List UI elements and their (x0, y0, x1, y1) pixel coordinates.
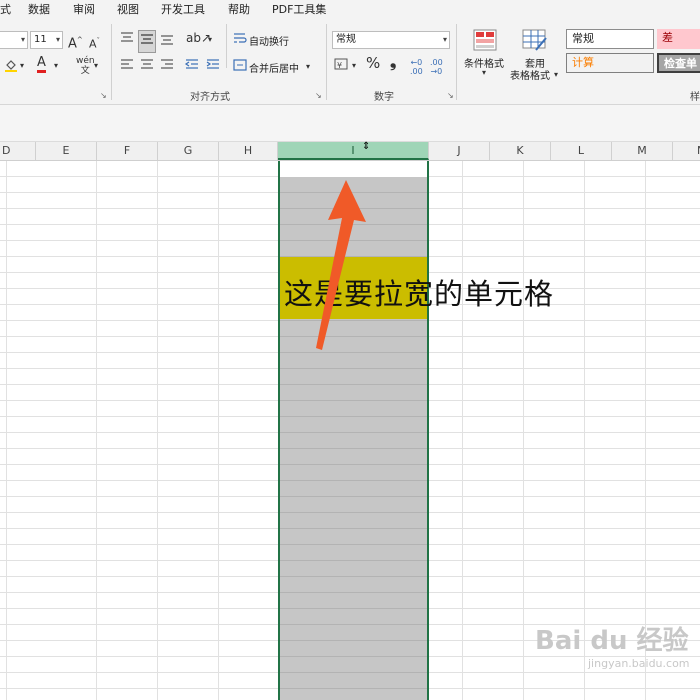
font-size-combo[interactable]: 11 ▾ (30, 31, 63, 49)
comma-style-icon[interactable]: ❟ (390, 54, 396, 70)
currency-icon[interactable]: ¥ (334, 58, 348, 76)
column-header-j[interactable]: J (429, 142, 490, 160)
align-left-icon[interactable] (119, 57, 135, 78)
wrap-text-button[interactable]: 自动换行 (249, 33, 289, 48)
alignment-dialog-launcher-icon[interactable]: ↘ (315, 91, 322, 100)
column-header-d[interactable]: D (0, 142, 36, 160)
baidu-watermark-url: jingyan.baidu.com (588, 657, 690, 670)
column-header-g[interactable]: G (158, 142, 219, 160)
wrap-text-icon[interactable] (233, 31, 247, 50)
menu-bar: 式 数据 审阅 视图 开发工具 帮助 PDF工具集 (0, 0, 700, 18)
merge-center-button[interactable]: 合并后居中 (249, 60, 299, 75)
decrease-decimal-icon[interactable]: .00 →0 (430, 58, 443, 76)
menu-data[interactable]: 数据 (28, 1, 50, 17)
phonetic-icon[interactable]: wén 文 (76, 56, 95, 76)
column-header-m[interactable]: M (612, 142, 673, 160)
font-color-icon[interactable]: A (37, 56, 46, 73)
menu-view[interactable]: 视图 (117, 1, 139, 17)
number-group-label: 数字 (374, 92, 394, 103)
number-format-value: 常规 (336, 34, 356, 45)
phonetic-dropdown-icon[interactable]: ▾ (94, 58, 98, 74)
menu-developer[interactable]: 开发工具 (161, 1, 205, 17)
menu-pdf-tools[interactable]: PDF工具集 (272, 1, 326, 17)
menu-review[interactable]: 审阅 (73, 1, 95, 17)
column-header-k[interactable]: K (490, 142, 551, 160)
number-format-combo[interactable]: 常规 ▾ (332, 31, 450, 49)
align-middle-icon[interactable] (138, 30, 156, 53)
formula-bar-area (0, 105, 700, 142)
column-header-h[interactable]: H (219, 142, 278, 160)
column-header-f[interactable]: F (97, 142, 158, 160)
increase-decimal-icon[interactable]: ←0.00 (410, 58, 423, 76)
format-as-table-label-2[interactable]: 表格格式 (510, 67, 550, 82)
fill-color-dropdown-icon[interactable]: ▾ (20, 58, 24, 74)
baidu-watermark: Bai du 经验 (535, 626, 689, 656)
column-header-n[interactable]: N (673, 142, 700, 160)
format-as-table-dropdown-icon[interactable]: ▾ (554, 67, 558, 83)
menu-help[interactable]: 帮助 (228, 1, 250, 17)
increase-indent-icon[interactable] (205, 57, 221, 78)
column-header-l[interactable]: L (551, 142, 612, 160)
annotation-arrow-icon (316, 180, 366, 350)
style-bad[interactable]: 差 (657, 29, 700, 49)
menu-formulas[interactable]: 式 (0, 1, 11, 17)
font-dialog-launcher-icon[interactable]: ↘ (100, 91, 107, 100)
style-calculation[interactable]: 计算 (566, 53, 654, 73)
style-normal[interactable]: 常规 (566, 29, 654, 49)
align-bottom-icon[interactable] (159, 30, 175, 51)
column-header-e[interactable]: E (36, 142, 97, 160)
number-dialog-launcher-icon[interactable]: ↘ (447, 91, 454, 100)
column-header-i[interactable]: I (278, 142, 429, 160)
styles-group-label: 样 (690, 92, 700, 103)
align-right-icon[interactable] (159, 57, 175, 78)
conditional-dropdown-icon[interactable]: ▾ (482, 65, 486, 81)
merge-center-icon[interactable] (233, 58, 247, 77)
font-color-dropdown-icon[interactable]: ▾ (54, 58, 58, 74)
align-top-icon[interactable] (119, 30, 135, 51)
separator (111, 24, 112, 100)
align-center-icon[interactable] (139, 57, 155, 78)
shrink-font-icon[interactable]: Aˇ (89, 33, 100, 53)
orientation-dropdown-icon[interactable]: ▾ (208, 32, 212, 48)
decrease-indent-icon[interactable] (184, 57, 200, 78)
svg-text:¥: ¥ (337, 61, 342, 70)
style-check-cell[interactable]: 检查单 (657, 53, 700, 73)
fill-color-icon[interactable] (4, 58, 18, 77)
conditional-formatting-icon[interactable] (473, 29, 497, 56)
alignment-group-label: 对齐方式 (190, 92, 230, 103)
separator (326, 24, 327, 100)
currency-dropdown-icon[interactable]: ▾ (352, 58, 356, 74)
font-size-value: 11 (34, 34, 47, 45)
format-as-table-icon[interactable] (522, 29, 548, 56)
column-header-row: D E F G H I J K L M N ⇕ (0, 141, 700, 161)
ribbon: ▾ 11▾ A^ Aˇ ▾ A ▾ wén文 ▾ ↘ ab↗ ▾ 自动换行 (0, 18, 700, 105)
resize-cursor-icon: ⇕ (362, 141, 371, 152)
font-name-combo[interactable]: ▾ (0, 31, 28, 49)
percent-icon[interactable]: % (366, 55, 380, 71)
merge-dropdown-icon[interactable]: ▾ (306, 59, 310, 75)
grow-font-icon[interactable]: A^ (68, 32, 83, 52)
separator (226, 24, 227, 68)
separator (456, 24, 457, 100)
